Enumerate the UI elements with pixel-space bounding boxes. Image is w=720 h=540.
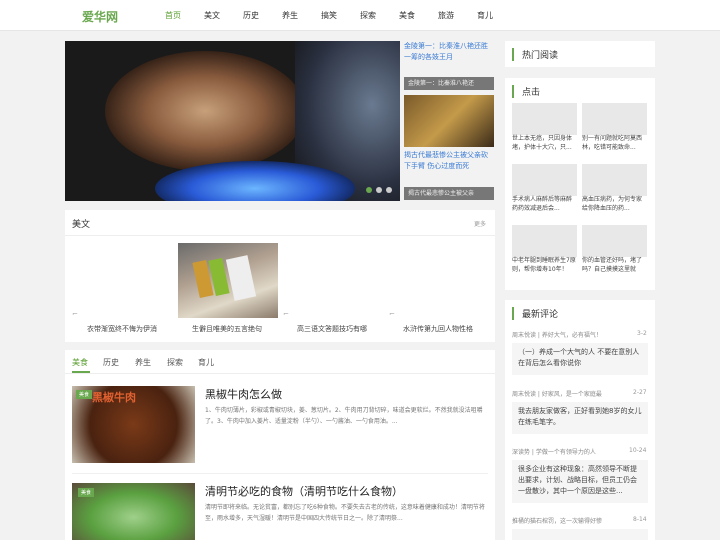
comment-4-date: 8-14 xyxy=(633,516,647,523)
comment-3-body: 很多企业有这种现象：高然领导不断提出要求，计划、战略目标，但员工仍会一盘散沙，其… xyxy=(512,460,648,503)
click-item-1-image[interactable] xyxy=(512,103,577,135)
article-1-badge: 美食 xyxy=(76,390,93,399)
tab-history[interactable]: 历史 xyxy=(103,357,119,368)
slider-thumb-image[interactable] xyxy=(404,95,494,147)
meiwen-image-4[interactable]: ⌐ xyxy=(389,310,395,318)
nav-history[interactable]: 历史 xyxy=(243,10,259,21)
click-item-5[interactable]: 中老年腿到睡眠养生7原则，帮你增寿10年！ xyxy=(512,256,577,274)
slider-link-1[interactable]: 金陵第一：比秦淮八艳还胜一筹的各妓王月 xyxy=(404,41,494,69)
article-1-title[interactable]: 黑椒牛肉怎么做 xyxy=(205,386,282,402)
meiwen-item-1[interactable]: 衣带渐宽终不悔为伊消 xyxy=(87,324,157,334)
click-item-4[interactable]: 高血压病药，为何专家给你降血压的药... xyxy=(582,195,647,213)
slider-link-1-caption[interactable]: 金陵第一：比秦淮八艳还 xyxy=(404,77,494,90)
comments-title: 最新评论 xyxy=(512,307,558,320)
click-item-1[interactable]: 世上本无癌，只因身体堵，护体十大穴，只... xyxy=(512,134,577,152)
nav-health[interactable]: 养生 xyxy=(282,10,298,21)
comment-1-body: （一）养成一个大气的人 不要在意别人在背后怎么看你说你 xyxy=(512,343,648,375)
slider-dot[interactable] xyxy=(366,187,372,193)
nav-parenting[interactable]: 育儿 xyxy=(477,10,493,21)
meiwen-item-4[interactable]: 水浒传第九回人物性格 xyxy=(403,324,473,334)
meiwen-image-1[interactable]: ⌐ xyxy=(72,310,78,318)
nav-food[interactable]: 美食 xyxy=(399,10,415,21)
click-title: 点击 xyxy=(512,85,540,98)
article-2-title[interactable]: 清明节必吃的食物（清明节吃什么食物） xyxy=(205,483,403,499)
comment-3-date: 10-24 xyxy=(629,447,647,454)
click-item-5-image[interactable] xyxy=(512,225,577,257)
hero-image-bg xyxy=(105,51,305,171)
article-2-badge: 美食 xyxy=(78,488,95,497)
article-1-desc: 1、牛肉切薄片，彩椒或青椒切块，姜、葱切片。2、牛肉用刀背切碎，味道会更软烂。不… xyxy=(205,407,483,425)
click-item-6-image[interactable] xyxy=(582,225,647,257)
tab-parenting[interactable]: 育儿 xyxy=(198,357,214,368)
site-logo[interactable]: 爱华网 xyxy=(82,8,118,25)
comment-2-date: 2-27 xyxy=(633,389,647,396)
slider-link-2[interactable]: 揭古代最悲惨公主被父亲砍下手臂 伤心过度而死 xyxy=(404,150,494,178)
nav-explore[interactable]: 探索 xyxy=(360,10,376,21)
slider-dot[interactable] xyxy=(376,187,382,193)
click-item-3[interactable]: 手术病人麻醉后等麻醉药药效减退后会... xyxy=(512,195,577,213)
tab-health[interactable]: 养生 xyxy=(135,357,151,368)
comment-2-body: 我去朋友家做客，正好看到她8岁的女儿在练毛笔字。 xyxy=(512,402,648,434)
comment-1-article[interactable]: 周末悦读 | 养好大气，必有福气！ xyxy=(512,330,627,339)
meiwen-more-link[interactable]: 更多 xyxy=(474,219,486,228)
slider-dots xyxy=(366,187,392,193)
meiwen-item-3[interactable]: 高三语文答题技巧有哪 xyxy=(297,324,367,334)
nav-travel[interactable]: 旅游 xyxy=(438,10,454,21)
hero-slider[interactable] xyxy=(65,41,400,201)
meiwen-item-2[interactable]: 生僻且唯美的五言绝句 xyxy=(192,324,262,334)
tab-food[interactable]: 美食 xyxy=(72,357,88,368)
article-2-desc: 清明节即将来临。无论贫富，都别忘了吃6种食物。不要失去古老的传统，这意味着健康和… xyxy=(205,504,485,522)
click-item-2-image[interactable] xyxy=(582,103,647,135)
tab-explore[interactable]: 探索 xyxy=(167,357,183,368)
nav-home[interactable]: 首页 xyxy=(165,10,181,21)
comment-1-date: 3-2 xyxy=(637,330,647,337)
slider-dot[interactable] xyxy=(386,187,392,193)
click-item-3-image[interactable] xyxy=(512,164,577,196)
divider xyxy=(65,373,495,374)
nav-meiwen[interactable]: 美文 xyxy=(204,10,220,21)
divider xyxy=(65,235,495,236)
meiwen-image-3[interactable]: ⌐ xyxy=(283,310,289,318)
comment-4-body xyxy=(512,529,648,540)
click-item-6[interactable]: 你的血管还好吗，堵了吗？自己摸摸这里就能... xyxy=(582,256,647,274)
comment-3-article[interactable]: 深读势 | 学做一个有领导力的人 xyxy=(512,447,627,456)
comment-2-article[interactable]: 周末悦读 | 好家风，是一个家庭最 xyxy=(512,389,627,398)
comment-4-article[interactable]: 推桶的猫石棺罚，这一次输得好惨 xyxy=(512,516,627,525)
divider xyxy=(72,473,488,474)
nav-funny[interactable]: 搞笑 xyxy=(321,10,337,21)
hot-reading-title: 热门阅读 xyxy=(512,48,558,61)
meiwen-image-2[interactable] xyxy=(178,243,278,318)
click-item-2[interactable]: 别一有问题就吃阿莫西林，吃错可能致命... xyxy=(582,134,647,152)
click-item-4-image[interactable] xyxy=(582,164,647,196)
meiwen-title: 美文 xyxy=(72,220,91,230)
meiwen-section xyxy=(65,210,495,342)
slider-side-links: 金陵第一：比秦淮八艳还胜一筹的各妓王月 金陵第一：比秦淮八艳还 揭古代最悲惨公主… xyxy=(404,41,496,201)
slider-link-2-caption[interactable]: 揭古代最悲惨公主被父亲 xyxy=(404,187,494,200)
